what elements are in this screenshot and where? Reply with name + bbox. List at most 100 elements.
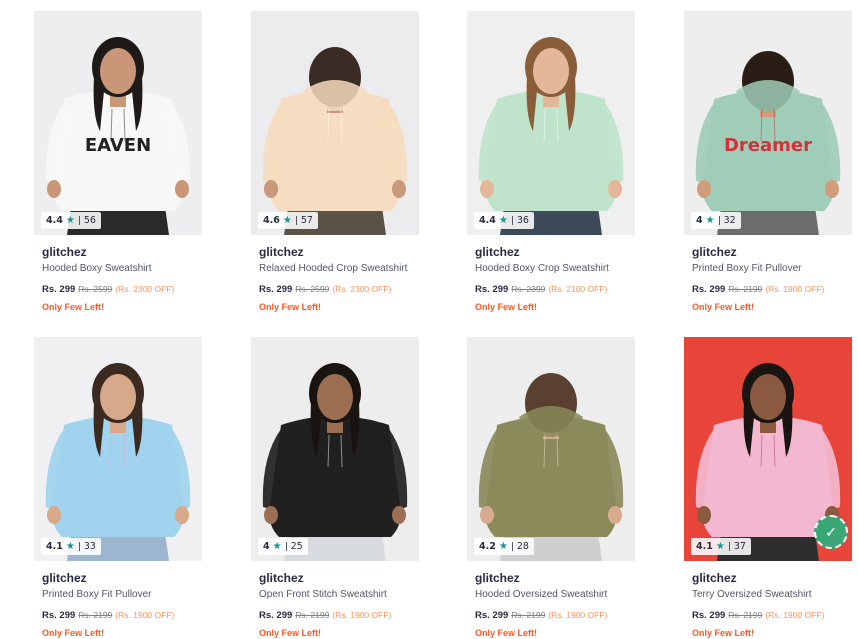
product-name[interactable]: Printed Boxy Fit Pullover [42, 589, 200, 601]
product-brand: glitchez [692, 571, 737, 585]
original-price: Rs. 2199 [728, 610, 763, 620]
discounted-price: Rs. 299 [42, 610, 76, 621]
product-brand: glitchez [259, 571, 304, 585]
product-price-row: Rs. 299 Rs. 2399 (Rs. 2100 OFF) [475, 283, 635, 296]
product-card[interactable]: 4.1 ★ 33 glitchez Printed Boxy Fit Pullover R… [34, 337, 202, 639]
rating-count: 37 [733, 541, 746, 552]
discount-label: (Rs. 1900 OFF) [765, 610, 825, 620]
rating-badge: 4.4 ★ 36 [474, 212, 534, 229]
star-icon: ★ [498, 215, 508, 226]
product-info: glitchez Open Front Stitch Sweatshirt Rs. … [251, 561, 419, 639]
rating-count: 25 [290, 541, 303, 552]
rating-badge: 4 ★ 25 [258, 538, 308, 555]
rating-value: 4.4 [46, 215, 63, 226]
product-brand: glitchez [42, 571, 87, 585]
product-name[interactable]: Hooded Oversized Sweatshirt [475, 589, 633, 601]
discounted-price: Rs. 299 [259, 284, 293, 295]
original-price: Rs. 2199 [78, 610, 113, 620]
product-card[interactable]: 4.6 ★ 57 glitchez Relaxed Hooded Crop Sweats… [251, 11, 419, 313]
product-brand: glitchez [475, 571, 520, 585]
product-info: glitchez Hooded Boxy Sweatshirt Rs. 299 Rs.… [34, 235, 202, 313]
product-name[interactable]: Terry Oversized Sweatshirt [692, 589, 850, 601]
product-info: glitchez Printed Boxy Fit Pullover Rs. 299… [34, 561, 202, 639]
product-price-row: Rs. 299 Rs. 2599 (Rs. 2300 OFF) [259, 283, 419, 296]
rating-divider [511, 542, 513, 551]
original-price: Rs. 2199 [511, 610, 546, 620]
rating-badge: 4 ★ 32 [691, 212, 741, 229]
rating-badge: 4.1 ★ 37 [691, 538, 751, 555]
product-price-row: Rs. 299 Rs. 2199 (Rs. 1900 OFF) [692, 283, 852, 296]
stock-status: Only Few Left! [259, 302, 322, 312]
rating-divider [511, 216, 513, 225]
product-photo[interactable]: 4.4 ★ 36 [467, 11, 635, 235]
product-image [251, 11, 419, 235]
original-price: Rs. 2199 [295, 610, 330, 620]
rating-count: 32 [723, 215, 736, 226]
product-image: EAVEN [34, 11, 202, 235]
original-price: Rs. 2599 [78, 284, 113, 294]
product-photo[interactable]: 4.1 ★ 33 [34, 337, 202, 561]
product-image [34, 337, 202, 561]
product-image: Dreamer [684, 11, 852, 235]
discounted-price: Rs. 299 [692, 284, 726, 295]
product-info: glitchez Hooded Oversized Sweatshirt Rs. 2… [467, 561, 635, 639]
discount-label: (Rs. 1900 OFF) [332, 610, 392, 620]
discounted-price: Rs. 299 [42, 284, 76, 295]
rating-value: 4 [696, 215, 703, 226]
product-price-row: Rs. 299 Rs. 2199 (Rs. 1900 OFF) [692, 609, 852, 622]
rating-badge: 4.1 ★ 33 [41, 538, 101, 555]
rating-badge: 4.2 ★ 28 [474, 538, 534, 555]
product-name[interactable]: Hooded Boxy Crop Sweatshirt [475, 263, 633, 275]
product-card[interactable]: 4.1 ★ 37 ✓ glitchez Terry Oversized Sweatshir… [684, 337, 852, 639]
product-name[interactable]: Printed Boxy Fit Pullover [692, 263, 850, 275]
star-icon: ★ [65, 541, 75, 552]
product-card[interactable]: 4.2 ★ 28 glitchez Hooded Oversized Sweatshir… [467, 337, 635, 639]
product-card[interactable]: Dreamer 4 ★ 32 glitchez Printed Boxy Fit Pull… [684, 11, 852, 313]
product-info: glitchez Printed Boxy Fit Pullover Rs. 299… [684, 235, 852, 313]
product-brand: glitchez [42, 245, 87, 259]
star-icon: ★ [65, 215, 75, 226]
rating-value: 4.1 [46, 541, 63, 552]
discount-label: (Rs. 2100 OFF) [548, 284, 608, 294]
discount-label: (Rs. 2300 OFF) [115, 284, 175, 294]
discounted-price: Rs. 299 [259, 610, 293, 621]
product-name[interactable]: Open Front Stitch Sweatshirt [259, 589, 417, 601]
original-price: Rs. 2599 [295, 284, 330, 294]
rating-divider [728, 542, 730, 551]
product-name[interactable]: Hooded Boxy Sweatshirt [42, 263, 200, 275]
rating-value: 4.1 [696, 541, 713, 552]
rating-value: 4.2 [479, 541, 496, 552]
star-icon: ★ [705, 215, 715, 226]
product-info: glitchez Terry Oversized Sweatshirt Rs. 29… [684, 561, 852, 639]
rating-divider [78, 216, 80, 225]
rating-count: 36 [516, 215, 529, 226]
rating-divider [285, 542, 287, 551]
product-photo[interactable]: Dreamer 4 ★ 32 [684, 11, 852, 235]
product-photo[interactable]: 4.1 ★ 37 ✓ [684, 337, 852, 561]
product-info: glitchez Relaxed Hooded Crop Sweatshirt Rs… [251, 235, 419, 313]
discount-label: (Rs. 1900 OFF) [115, 610, 175, 620]
original-price: Rs. 2399 [511, 284, 546, 294]
product-price-row: Rs. 299 Rs. 2199 (Rs. 1900 OFF) [475, 609, 635, 622]
product-brand: glitchez [475, 245, 520, 259]
rating-count: 33 [83, 541, 96, 552]
product-photo[interactable]: EAVEN 4.4 ★ 56 [34, 11, 202, 235]
star-icon: ★ [272, 541, 282, 552]
star-icon: ★ [715, 541, 725, 552]
product-photo[interactable]: 4.6 ★ 57 [251, 11, 419, 235]
product-card[interactable]: 4 ★ 25 glitchez Open Front Stitch Sweatshirt… [251, 337, 419, 639]
product-card[interactable]: EAVEN 4.4 ★ 56 glitchez Hooded Boxy Sweatshir… [34, 11, 202, 313]
rating-count: 56 [83, 215, 96, 226]
discounted-price: Rs. 299 [475, 610, 509, 621]
product-name[interactable]: Relaxed Hooded Crop Sweatshirt [259, 263, 417, 275]
product-price-row: Rs. 299 Rs. 2199 (Rs. 1900 OFF) [42, 609, 202, 622]
original-price: Rs. 2199 [728, 284, 763, 294]
product-photo[interactable]: 4.2 ★ 28 [467, 337, 635, 561]
stock-status: Only Few Left! [475, 302, 538, 312]
garment-print: EAVEN [85, 135, 151, 156]
product-photo[interactable]: 4 ★ 25 [251, 337, 419, 561]
product-card[interactable]: 4.4 ★ 36 glitchez Hooded Boxy Crop Sweatshir… [467, 11, 635, 313]
star-icon: ★ [498, 541, 508, 552]
product-brand: glitchez [259, 245, 304, 259]
discount-label: (Rs. 1900 OFF) [548, 610, 608, 620]
